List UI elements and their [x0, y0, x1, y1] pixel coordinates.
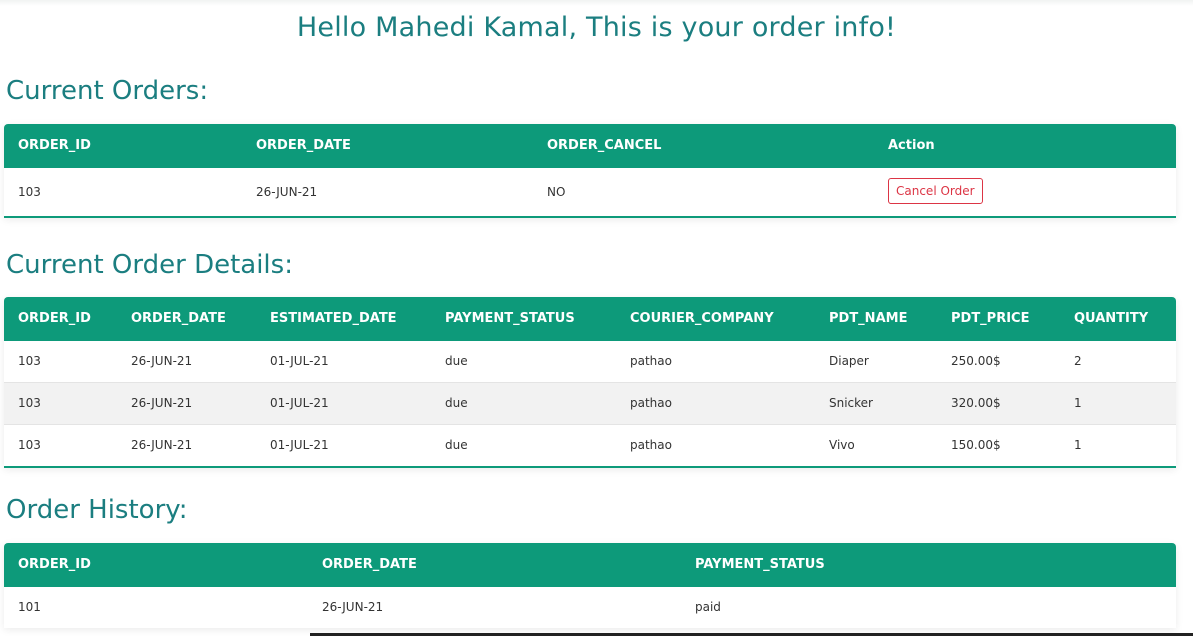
table-row: 103 26-JUN-21 01-JUL-21 due pathao Vivo …: [4, 425, 1176, 466]
col-header-payment-status: PAYMENT_STATUS: [445, 311, 575, 326]
pdt-name-cell: Snicker: [829, 396, 873, 410]
order-details-header-row: ORDER_ID ORDER_DATE ESTIMATED_DATE PAYME…: [4, 297, 1176, 341]
current-orders-table: ORDER_ID ORDER_DATE ORDER_CANCEL Action …: [4, 124, 1176, 218]
order-id-cell: 103: [18, 354, 41, 368]
courier-company-cell: pathao: [630, 354, 672, 368]
col-header-pdt-name: PDT_NAME: [829, 311, 908, 326]
col-header-order-id: ORDER_ID: [18, 557, 91, 572]
page-greeting: Hello Mahedi Kamal, This is your order i…: [296, 12, 897, 43]
cancel-order-button[interactable]: Cancel Order: [888, 178, 983, 204]
col-header-payment-status: PAYMENT_STATUS: [695, 557, 825, 572]
col-header-courier-company: COURIER_COMPANY: [630, 311, 774, 326]
estimated-date-cell: 01-JUL-21: [270, 354, 329, 368]
courier-company-cell: pathao: [630, 396, 672, 410]
col-header-order-date: ORDER_DATE: [131, 311, 226, 326]
order-id-cell: 103: [18, 185, 41, 199]
quantity-cell: 1: [1074, 438, 1082, 452]
col-header-order-id: ORDER_ID: [18, 311, 91, 326]
quantity-cell: 2: [1074, 354, 1082, 368]
col-header-order-date: ORDER_DATE: [256, 138, 351, 153]
pdt-name-cell: Diaper: [829, 354, 869, 368]
order-date-cell: 26-JUN-21: [322, 600, 384, 614]
order-id-cell: 103: [18, 438, 41, 452]
pdt-price-cell: 150.00$: [951, 438, 1001, 452]
col-header-order-cancel: ORDER_CANCEL: [547, 138, 662, 153]
payment-status-cell: due: [445, 438, 468, 452]
payment-status-cell: paid: [695, 600, 721, 614]
order-date-cell: 26-JUN-21: [256, 185, 318, 199]
quantity-cell: 1: [1074, 396, 1082, 410]
col-header-pdt-price: PDT_PRICE: [951, 311, 1030, 326]
table-row: 101 26-JUN-21 paid: [4, 587, 1176, 628]
courier-company-cell: pathao: [630, 438, 672, 452]
top-bar: [0, 0, 1193, 6]
table-row: 103 26-JUN-21 01-JUL-21 due pathao Diape…: [4, 341, 1176, 383]
pdt-price-cell: 320.00$: [951, 396, 1001, 410]
pdt-price-cell: 250.00$: [951, 354, 1001, 368]
estimated-date-cell: 01-JUL-21: [270, 396, 329, 410]
payment-status-cell: due: [445, 396, 468, 410]
order-history-header-row: ORDER_ID ORDER_DATE PAYMENT_STATUS: [4, 543, 1176, 587]
col-header-action: Action: [888, 138, 935, 153]
order-history-table: ORDER_ID ORDER_DATE PAYMENT_STATUS 101 2…: [4, 543, 1176, 628]
current-orders-header-row: ORDER_ID ORDER_DATE ORDER_CANCEL Action: [4, 124, 1176, 168]
pdt-name-cell: Vivo: [829, 438, 855, 452]
order-id-cell: 103: [18, 396, 41, 410]
table-row: 103 26-JUN-21 01-JUL-21 due pathao Snick…: [4, 383, 1176, 425]
order-id-cell: 101: [18, 600, 41, 614]
col-header-order-date: ORDER_DATE: [322, 557, 417, 572]
current-orders-title: Current Orders:: [6, 76, 209, 106]
col-header-estimated-date: ESTIMATED_DATE: [270, 311, 397, 326]
order-date-cell: 26-JUN-21: [131, 354, 193, 368]
col-header-order-id: ORDER_ID: [18, 138, 91, 153]
order-date-cell: 26-JUN-21: [131, 396, 193, 410]
order-date-cell: 26-JUN-21: [131, 438, 193, 452]
current-order-details-table: ORDER_ID ORDER_DATE ESTIMATED_DATE PAYME…: [4, 297, 1176, 468]
order-info-page: Hello Mahedi Kamal, This is your order i…: [0, 0, 1193, 636]
table-row: 103 26-JUN-21 NO Cancel Order: [4, 168, 1176, 216]
payment-status-cell: due: [445, 354, 468, 368]
order-cancel-cell: NO: [547, 185, 566, 199]
order-history-title: Order History:: [6, 495, 188, 525]
col-header-quantity: QUANTITY: [1074, 311, 1149, 326]
current-order-details-title: Current Order Details:: [6, 250, 293, 280]
estimated-date-cell: 01-JUL-21: [270, 438, 329, 452]
